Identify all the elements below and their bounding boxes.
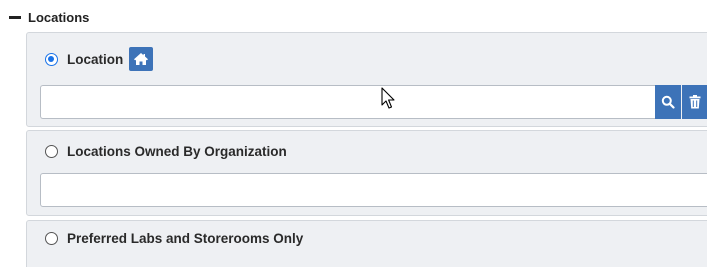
clear-button[interactable] <box>682 85 707 119</box>
organization-input[interactable] <box>40 173 707 207</box>
organization-option-row[interactable]: Locations Owned By Organization <box>45 144 287 159</box>
trash-icon <box>689 95 701 109</box>
minus-collapse-icon[interactable] <box>8 10 22 24</box>
home-button[interactable] <box>129 47 154 71</box>
location-input[interactable] <box>40 85 655 119</box>
location-option-label[interactable]: Location <box>67 52 123 67</box>
location-option-row[interactable]: Location <box>45 47 154 71</box>
search-button[interactable] <box>655 85 681 119</box>
organization-option-panel: Locations Owned By Organization <box>26 130 707 216</box>
preferred-labs-option-panel: Preferred Labs and Storerooms Only <box>26 220 707 267</box>
locations-filter: Locations Location Locations Owned By Or… <box>0 0 707 267</box>
preferred-labs-option-label[interactable]: Preferred Labs and Storerooms Only <box>67 231 303 246</box>
locations-section-header[interactable]: Locations <box>8 7 89 27</box>
preferred-labs-option-row[interactable]: Preferred Labs and Storerooms Only <box>45 231 303 246</box>
preferred-labs-radio[interactable] <box>45 232 58 245</box>
search-icon <box>661 95 675 109</box>
location-radio[interactable] <box>45 52 58 66</box>
home-icon <box>134 53 149 65</box>
organization-option-label[interactable]: Locations Owned By Organization <box>67 144 287 159</box>
section-title: Locations <box>28 9 90 25</box>
organization-radio[interactable] <box>45 145 58 158</box>
location-option-panel: Location <box>26 32 707 127</box>
